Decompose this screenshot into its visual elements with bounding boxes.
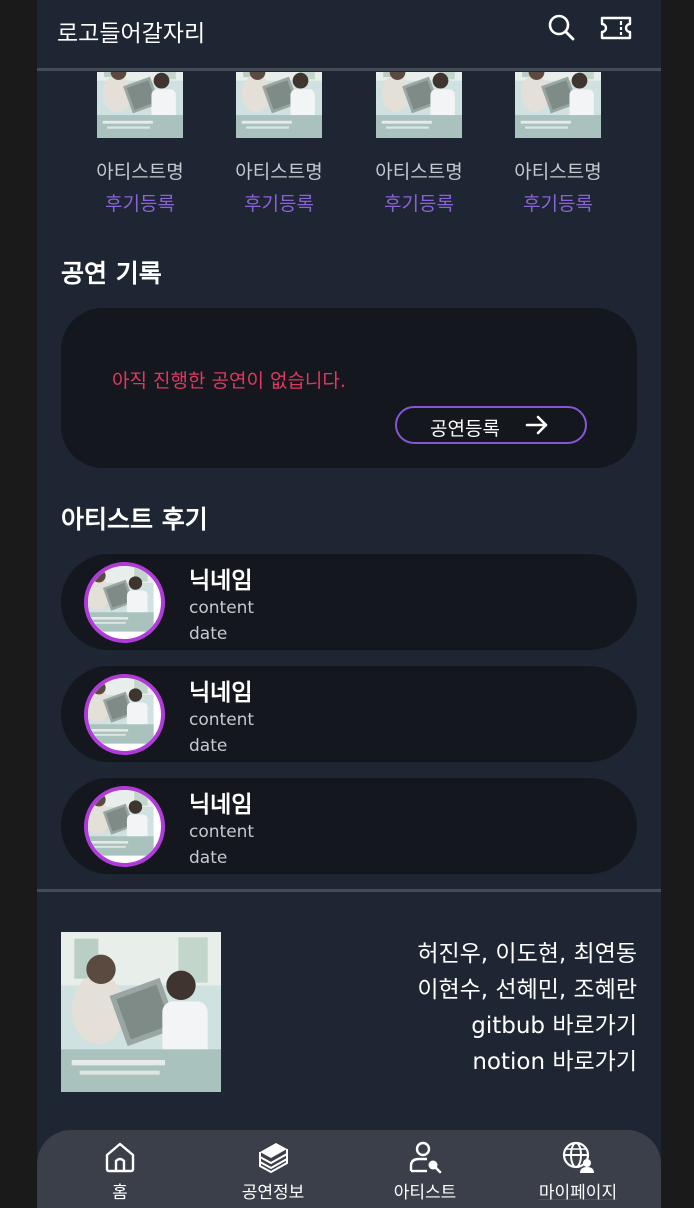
team-members-line: 허진우, 이도현, 최연동 <box>417 941 637 967</box>
avatar <box>84 786 165 867</box>
artist-thumbnail-card[interactable]: 아티스트명 후기등록 <box>80 72 200 218</box>
review-card[interactable]: 닉네임 content date <box>61 666 637 762</box>
artist-review-section-title: 아티스트 후기 <box>61 505 208 534</box>
artist-thumbnail-image <box>219 72 339 158</box>
footer-image <box>61 932 221 1092</box>
artist-search-icon <box>408 1140 442 1174</box>
logo-placeholder[interactable]: 로고들어갈자리 <box>57 14 205 48</box>
write-review-link[interactable]: 후기등록 <box>219 190 339 218</box>
artist-thumbnail-row: 아티스트명 후기등록 아티스트명 후기등록 아티스트명 후기등록 아티스트명 후… <box>80 72 620 222</box>
nav-item-performance-info[interactable]: 공연정보 <box>213 1140 333 1203</box>
write-review-link[interactable]: 후기등록 <box>498 190 618 218</box>
nav-label: 공연정보 <box>241 1183 305 1203</box>
reviewer-nickname: 닉네임 <box>189 792 253 818</box>
artist-name: 아티스트명 <box>514 161 602 183</box>
nav-item-home[interactable]: 홈 <box>60 1140 180 1203</box>
search-icon[interactable] <box>547 13 575 41</box>
team-members-line: 이현수, 선혜민, 조혜란 <box>417 977 637 1003</box>
review-card[interactable]: 닉네임 content date <box>61 778 637 874</box>
nav-item-artist[interactable]: 아티스트 <box>365 1140 485 1203</box>
home-icon <box>103 1140 137 1174</box>
review-content: content <box>189 710 255 730</box>
avatar <box>84 562 165 643</box>
top-header: 로고들어갈자리 <box>37 0 661 68</box>
artist-thumbnail-image <box>80 72 200 158</box>
artist-name: 아티스트명 <box>375 161 463 183</box>
avatar <box>84 674 165 755</box>
artist-thumbnail-card[interactable]: 아티스트명 후기등록 <box>498 72 618 218</box>
footer-info: 허진우, 이도현, 최연동 이현수, 선혜민, 조혜란 gitbub 바로가기 … <box>417 936 637 1080</box>
review-date: date <box>189 848 228 868</box>
reviewer-nickname: 닉네임 <box>189 680 253 706</box>
app-screen: 로고들어갈자리 아티스트명 후기등록 아티스트명 후기등록 아티스트명 후기등록… <box>37 0 661 1208</box>
empty-performance-message: 아직 진행한 공연이 없습니다. <box>112 370 346 392</box>
artist-thumbnail-card[interactable]: 아티스트명 후기등록 <box>359 72 479 218</box>
review-content: content <box>189 822 255 842</box>
ticket-icon[interactable] <box>599 15 633 41</box>
github-link[interactable]: gitbub 바로가기 <box>417 1008 637 1044</box>
bottom-navigation: 홈 공연정보 아티스트 마이페이지 <box>37 1130 661 1208</box>
nav-label: 마이페이지 <box>538 1183 618 1203</box>
register-performance-label: 공연등록 <box>430 418 500 440</box>
register-performance-button[interactable]: 공연등록 <box>395 406 587 444</box>
footer-divider <box>37 889 661 892</box>
review-content: content <box>189 598 255 618</box>
reviewer-nickname: 닉네임 <box>189 568 253 594</box>
write-review-link[interactable]: 후기등록 <box>80 190 200 218</box>
review-date: date <box>189 624 228 644</box>
review-date: date <box>189 736 228 756</box>
globe-user-icon <box>561 1140 595 1174</box>
nav-label: 홈 <box>112 1183 128 1203</box>
review-card[interactable]: 닉네임 content date <box>61 554 637 650</box>
performance-section-title: 공연 기록 <box>61 259 162 288</box>
artist-thumbnail-card[interactable]: 아티스트명 후기등록 <box>219 72 339 218</box>
artist-name: 아티스트명 <box>235 161 323 183</box>
write-review-link[interactable]: 후기등록 <box>359 190 479 218</box>
artist-name: 아티스트명 <box>96 161 184 183</box>
artist-thumbnail-image <box>498 72 618 158</box>
notion-link[interactable]: notion 바로가기 <box>417 1044 637 1080</box>
performance-record-card: 아직 진행한 공연이 없습니다. 공연등록 <box>61 308 637 468</box>
artist-thumbnail-image <box>359 72 479 158</box>
arrow-right-icon <box>525 414 549 436</box>
nav-label: 아티스트 <box>393 1183 457 1203</box>
header-divider <box>37 68 661 71</box>
performance-stack-icon <box>256 1140 290 1174</box>
nav-item-mypage[interactable]: 마이페이지 <box>518 1140 638 1203</box>
